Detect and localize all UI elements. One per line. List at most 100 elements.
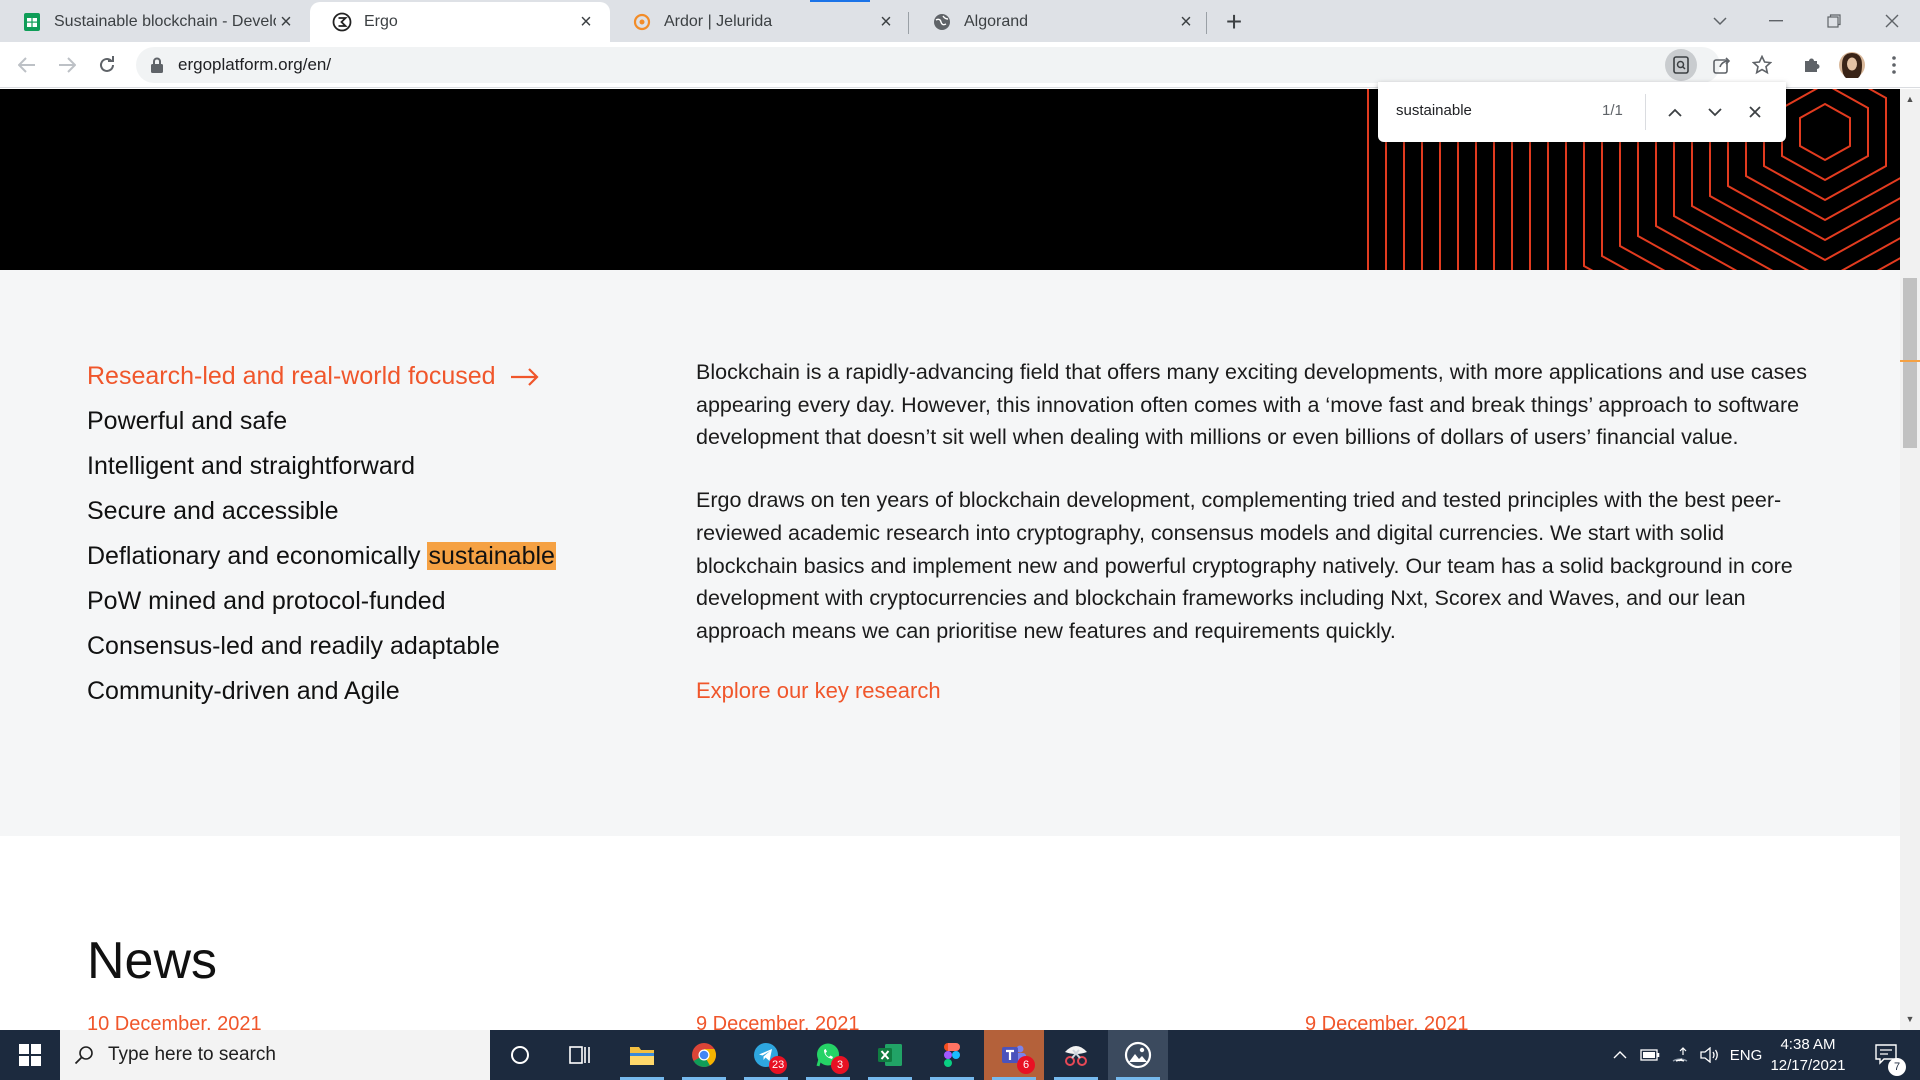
feature-description: Blockchain is a rapidly-advancing field … [696,356,1816,704]
find-next-button[interactable] [1700,97,1730,127]
webpage: Research-led and real-world focused Powe… [0,89,1900,1030]
features-section: Research-led and real-world focused Powe… [0,270,1900,836]
show-hidden-icons-chevron-icon[interactable] [1606,1030,1634,1080]
arrow-right-icon [510,367,539,386]
feature-label: Research-led and real-world focused [87,362,496,390]
explore-research-link[interactable]: Explore our key research [696,678,1816,704]
news-date[interactable]: 9 December, 2021 [1305,1013,1468,1030]
windows-taskbar: Type here to search 23 3 6 ENG 4:38 AM 1… [0,1030,1920,1080]
cortana-button[interactable] [490,1030,550,1080]
feature-item-consensus[interactable]: Consensus-led and readily adaptable [87,624,647,669]
page-scrollbar[interactable]: ▲ ▼ [1900,89,1920,1030]
lock-icon[interactable] [150,57,166,73]
excel-button[interactable] [860,1030,920,1080]
restore-button[interactable] [1812,6,1856,36]
task-view-button[interactable] [550,1030,610,1080]
chevron-down-icon [1708,107,1722,116]
close-window-button[interactable] [1870,6,1914,36]
ergo-paragraph: Ergo draws on ten years of blockchain de… [696,488,1793,643]
address-bar[interactable]: ergoplatform.org/en/ [136,47,1720,83]
teams-button[interactable]: 6 [984,1030,1044,1080]
tab-title: Ergo [364,13,398,30]
telegram-button[interactable]: 23 [736,1030,796,1080]
tab-sustainable-blockchain[interactable]: Sustainable blockchain - Develop × [0,2,310,42]
feature-item-secure[interactable]: Secure and accessible [87,489,647,534]
chrome-button[interactable] [674,1030,734,1080]
profile-avatar[interactable] [1836,49,1868,81]
back-button[interactable] [10,48,44,82]
clock-time: 4:38 AM [1780,1036,1836,1053]
clock-date: 12/17/2021 [1770,1057,1846,1074]
tab-ergo[interactable]: Ergo × [310,2,610,42]
minimize-button[interactable] [1754,6,1798,36]
find-close-button[interactable] [1740,97,1770,127]
scroll-up-arrow-icon[interactable]: ▲ [1900,91,1920,107]
news-date[interactable]: 10 December, 2021 [87,1013,262,1030]
start-button[interactable] [0,1030,60,1080]
feature-list: Research-led and real-world focused Powe… [87,354,647,714]
forward-button[interactable] [50,48,84,82]
close-tab-icon[interactable]: × [576,11,596,33]
ardor-icon [632,12,652,32]
close-tab-icon[interactable]: × [276,11,296,33]
excel-icon [878,1044,902,1066]
sheets-icon [22,12,42,32]
screen: Sustainable blockchain - Develop × Ergo … [0,0,1920,1080]
find-in-page-bar: sustainable 1/1 [1378,82,1786,142]
share-icon[interactable] [1706,49,1738,81]
whatsapp-button[interactable]: 3 [798,1030,858,1080]
tab-strip: Sustainable blockchain - Develop × Ergo … [0,0,1920,42]
feature-item-powerful[interactable]: Powerful and safe [87,399,647,444]
find-previous-button[interactable] [1660,97,1690,127]
clock[interactable]: 4:38 AM 12/17/2021 [1762,1034,1854,1076]
scroll-down-arrow-icon[interactable]: ▼ [1900,1011,1920,1027]
tab-title: Sustainable blockchain - Develop [54,13,276,30]
whatsapp-badge: 3 [831,1056,849,1074]
close-tab-icon[interactable]: × [1176,11,1196,33]
language-indicator[interactable]: ENG [1726,1030,1766,1080]
volume-icon[interactable] [1696,1030,1724,1080]
battery-icon[interactable] [1636,1030,1664,1080]
feature-item-pow[interactable]: PoW mined and protocol-funded [87,579,647,624]
file-explorer-button[interactable] [612,1030,672,1080]
photos-button[interactable] [1108,1030,1168,1080]
find-input[interactable]: sustainable [1396,102,1472,119]
tab-algorand[interactable]: Algorand × [910,2,1210,42]
new-tab-button[interactable]: + [1220,6,1248,37]
scrollbar-thumb[interactable] [1903,278,1917,448]
chrome-icon [692,1043,716,1067]
wifi-icon[interactable] [1666,1030,1694,1080]
tab-ardor[interactable]: Ardor | Jelurida × [610,2,910,42]
telegram-badge: 23 [769,1056,788,1074]
feature-item-research-led[interactable]: Research-led and real-world focused [87,354,647,399]
bookmark-star-icon[interactable] [1746,49,1778,81]
teams-badge: 6 [1017,1056,1035,1074]
find-highlight: sustainable [427,542,556,570]
snipping-tool-button[interactable] [1046,1030,1106,1080]
feature-item-deflationary[interactable]: Deflationary and economically sustainabl… [87,534,647,579]
notifications-button[interactable]: 7 [1862,1030,1912,1080]
feature-item-intelligent[interactable]: Intelligent and straightforward [87,444,647,489]
find-match-marker [1900,360,1920,362]
news-section: News 10 December, 2021 9 December, 2021 … [0,836,1900,1030]
news-heading: News [87,932,218,990]
feature-item-community[interactable]: Community-driven and Agile [87,669,647,714]
menu-kebab-icon[interactable] [1878,49,1910,81]
figma-button[interactable] [922,1030,982,1080]
tab-title: Algorand [964,13,1029,30]
notification-count: 7 [1888,1058,1906,1076]
extensions-puzzle-icon[interactable] [1796,49,1828,81]
reload-button[interactable] [90,48,124,82]
tab-separator [908,12,909,34]
tab-search-chevron-icon[interactable] [1698,6,1742,36]
globe-icon [932,12,952,32]
intro-paragraph: Blockchain is a rapidly-advancing field … [696,360,1808,450]
taskbar-search-box[interactable]: Type here to search [60,1030,490,1080]
find-lens-icon[interactable] [1665,49,1697,81]
news-date[interactable]: 9 December, 2021 [696,1013,859,1030]
snipping-tool-icon [1065,1046,1087,1066]
task-view-icon [569,1046,590,1064]
tab-separator [1206,12,1207,34]
tab-title: Ardor | Jelurida [664,13,773,30]
close-tab-icon[interactable]: × [876,11,896,33]
